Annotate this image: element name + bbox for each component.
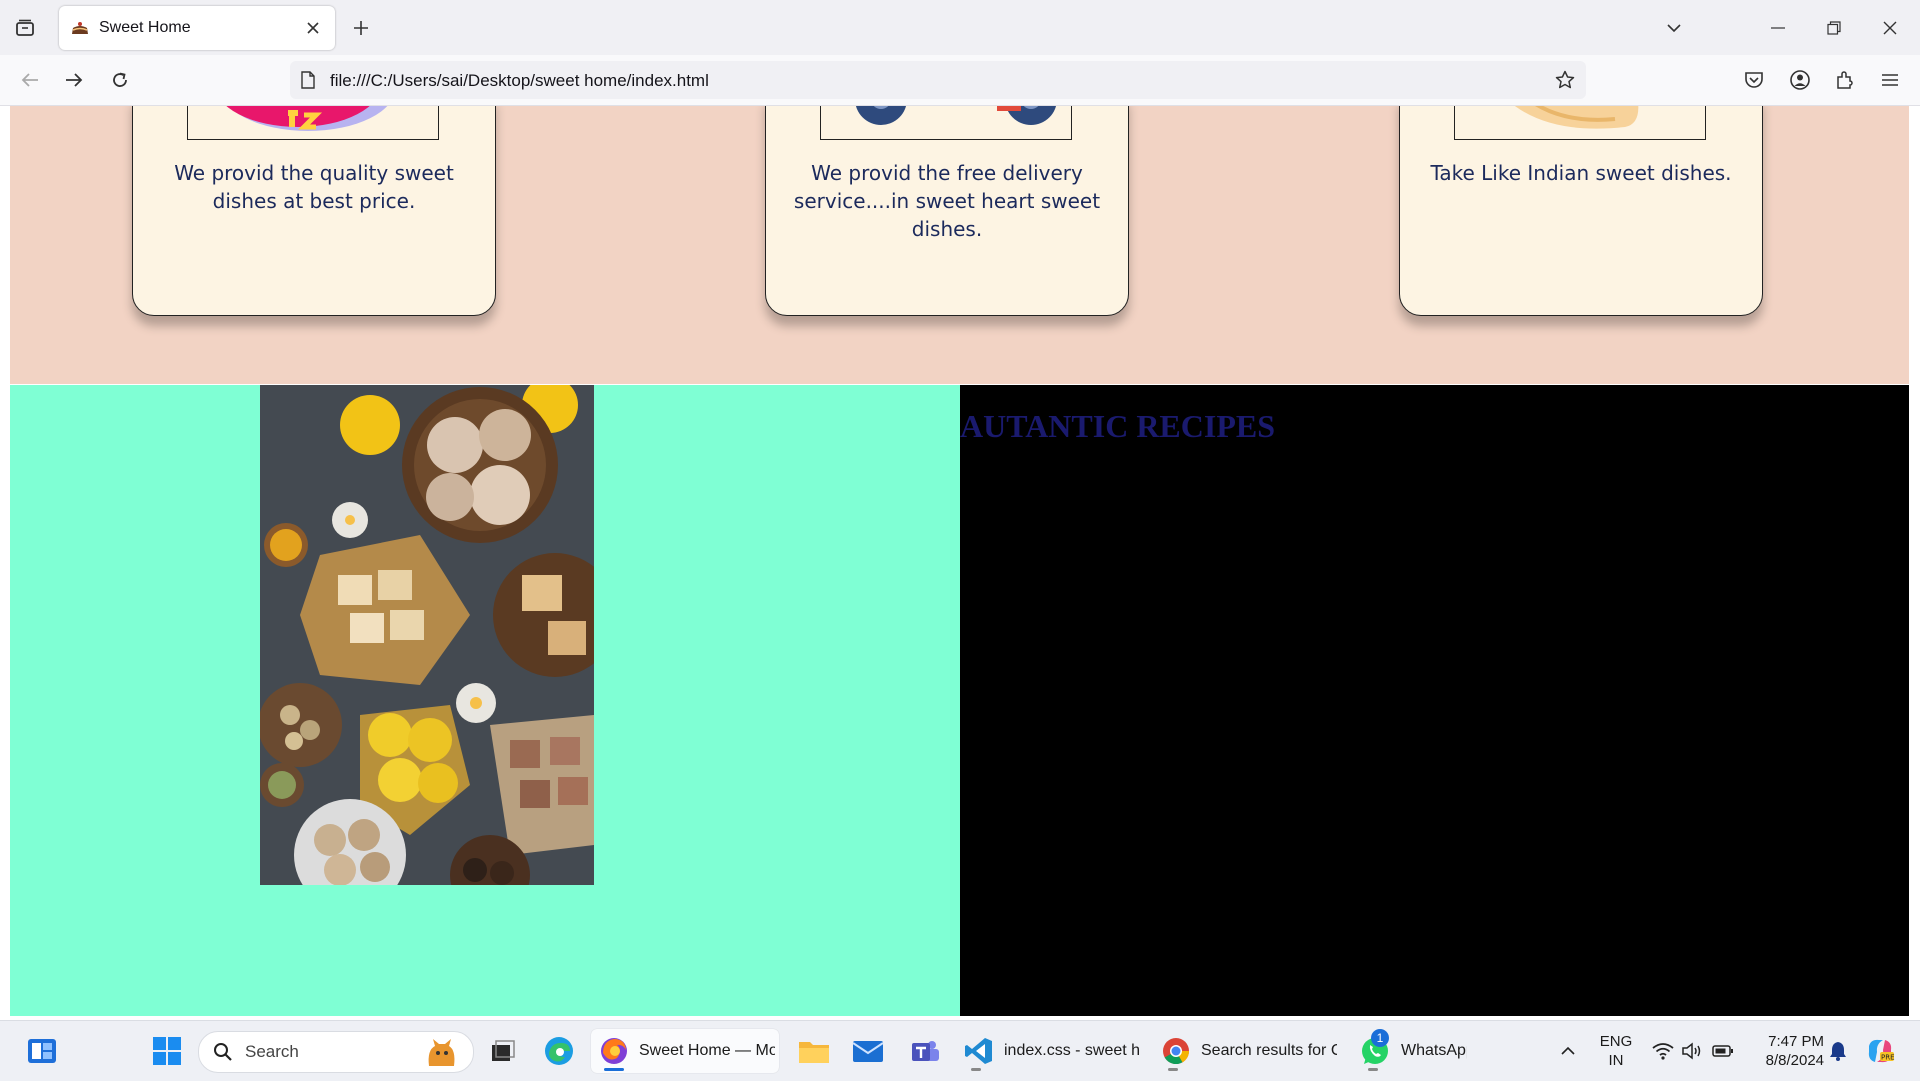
services-section: We provid the quality sweet dishes at be… xyxy=(10,106,1909,384)
chevron-up-icon[interactable] xyxy=(1556,1029,1580,1073)
copilot-icon[interactable]: PRE xyxy=(1862,1029,1898,1073)
taskbar: Search Sweet Home — Mo: index.css - swee… xyxy=(0,1020,1920,1081)
page-viewport[interactable]: We provid the quality sweet dishes at be… xyxy=(0,106,1920,1020)
mail-icon[interactable] xyxy=(846,1029,890,1073)
card-text: We provid the free delivery service....i… xyxy=(793,161,1101,241)
page-icon xyxy=(298,70,318,90)
tab-sweet-home[interactable]: Sweet Home xyxy=(59,6,335,50)
svg-text:PRE: PRE xyxy=(1881,1054,1895,1062)
notification-badge: 1 xyxy=(1371,1029,1389,1047)
new-tab-icon[interactable] xyxy=(346,13,376,43)
whatsapp-icon: 1 xyxy=(1359,1029,1391,1067)
vscode-icon xyxy=(965,1038,992,1064)
account-icon[interactable] xyxy=(1784,64,1816,96)
pocket-icon[interactable] xyxy=(1738,64,1770,96)
clock-date: 8/8/2024 xyxy=(1765,1052,1824,1069)
back-icon[interactable] xyxy=(14,64,46,96)
language-indicator[interactable]: ENG IN xyxy=(1596,1032,1636,1070)
chrome-icon xyxy=(1163,1038,1190,1065)
taskbar-app-firefox[interactable]: Sweet Home — Mo: xyxy=(591,1029,779,1073)
service-card-delivery: We provid the free delivery service....i… xyxy=(765,106,1129,316)
extensions-icon[interactable] xyxy=(1829,64,1861,96)
forward-icon[interactable] xyxy=(58,64,90,96)
recipe-image-section xyxy=(10,385,960,1016)
running-indicator xyxy=(1168,1068,1178,1071)
url-text[interactable]: file:///C:/Users/sai/Desktop/sweet home/… xyxy=(330,71,709,91)
minimize-icon[interactable] xyxy=(1750,0,1806,55)
teams-icon[interactable] xyxy=(903,1029,947,1073)
edge-icon[interactable] xyxy=(537,1029,581,1073)
taskbar-app-label: index.css - sweet ho xyxy=(1004,1042,1140,1059)
wifi-icon[interactable] xyxy=(1650,1029,1676,1073)
taskbar-app-vscode[interactable]: index.css - sweet ho xyxy=(958,1029,1144,1073)
running-indicator xyxy=(1368,1068,1378,1071)
task-view-icon[interactable] xyxy=(487,1029,519,1073)
close-icon[interactable] xyxy=(299,14,327,42)
file-explorer-icon[interactable] xyxy=(792,1029,836,1073)
running-indicator xyxy=(971,1068,981,1071)
taskbar-app-chrome[interactable]: Search results for Cc xyxy=(1157,1029,1343,1073)
card-image xyxy=(187,106,439,140)
taskbar-search-box[interactable]: Search xyxy=(198,1031,474,1073)
start-windows-icon[interactable] xyxy=(145,1029,189,1073)
service-card-indian-sweets: Take Like Indian sweet dishes. xyxy=(1399,106,1763,316)
widgets-icon[interactable] xyxy=(20,1029,64,1073)
clock[interactable]: 7:47 PM 8/8/2024 xyxy=(1744,1032,1824,1070)
card-text: We provid the quality sweet dishes at be… xyxy=(174,161,454,213)
service-card-quality: We provid the quality sweet dishes at be… xyxy=(132,106,496,316)
reload-icon[interactable] xyxy=(104,64,136,96)
active-indicator xyxy=(604,1068,624,1071)
restore-icon[interactable] xyxy=(1806,0,1862,55)
battery-icon[interactable] xyxy=(1710,1029,1736,1073)
recipes-heading: AUTANTIC RECIPES xyxy=(960,408,1276,444)
taskbar-app-label: Sweet Home — Mo: xyxy=(639,1042,775,1059)
taskbar-app-label: Search results for Cc xyxy=(1201,1042,1337,1059)
card-image xyxy=(820,106,1072,140)
recipes-section: AUTANTIC RECIPES xyxy=(960,385,1909,1016)
firefox-icon xyxy=(601,1038,627,1064)
tab-list-icon[interactable] xyxy=(10,13,40,43)
menu-icon[interactable] xyxy=(1874,64,1906,96)
notification-bell-icon[interactable] xyxy=(1826,1029,1850,1073)
bookmark-star-icon[interactable] xyxy=(1552,67,1578,93)
close-window-icon[interactable] xyxy=(1862,0,1918,55)
language-code: ENG xyxy=(1599,1033,1633,1050)
browser-nav-bar: file:///C:/Users/sai/Desktop/sweet home/… xyxy=(0,55,1920,106)
card-image xyxy=(1454,106,1706,140)
page-scrollbar-track[interactable] xyxy=(1909,106,1920,1020)
chevron-down-icon[interactable] xyxy=(1646,0,1702,55)
search-highlight-cat-icon xyxy=(428,1039,455,1066)
taskbar-app-label: WhatsApp xyxy=(1401,1042,1467,1059)
taskbar-app-whatsapp[interactable]: 1 WhatsApp xyxy=(1355,1029,1473,1073)
search-icon xyxy=(214,1043,232,1061)
sweets-platter-image xyxy=(260,385,594,885)
card-text: Take Like Indian sweet dishes. xyxy=(1430,161,1732,185)
tab-title: Sweet Home xyxy=(99,19,191,36)
search-placeholder: Search xyxy=(245,1042,299,1061)
clock-time: 7:47 PM xyxy=(1768,1033,1824,1050)
cake-favicon-icon xyxy=(72,22,88,34)
volume-icon[interactable] xyxy=(1680,1029,1706,1073)
region-code: IN xyxy=(1608,1052,1624,1069)
url-bar[interactable]: file:///C:/Users/sai/Desktop/sweet home/… xyxy=(290,61,1586,99)
browser-tab-bar: Sweet Home xyxy=(0,0,1920,55)
